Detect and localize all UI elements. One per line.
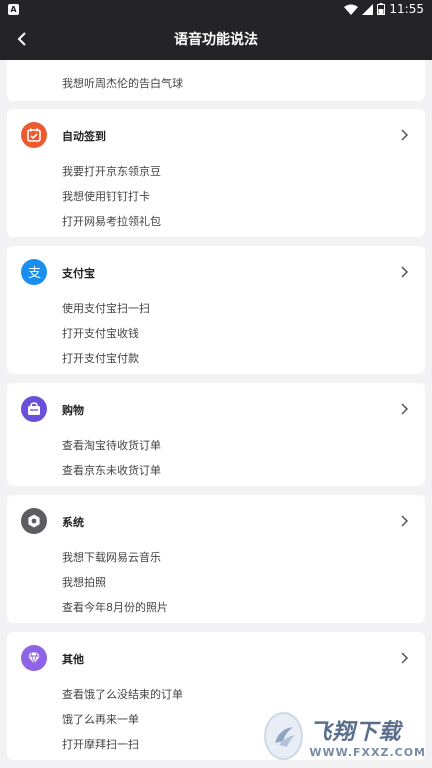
svg-text:支: 支 (28, 266, 41, 280)
alipay-icon: 支 (21, 259, 47, 285)
gear-icon (21, 508, 47, 534)
example-phrase[interactable]: 打开支付宝付款 (62, 350, 139, 366)
category-header[interactable]: 自动签到 (7, 109, 425, 149)
clock: 11:55 (389, 2, 424, 16)
example-phrase[interactable]: 查看饿了么没结束的订单 (62, 686, 183, 702)
calendar-check-icon (21, 122, 47, 148)
category-header[interactable]: 支 支付宝 (7, 246, 425, 286)
chevron-left-icon (17, 32, 26, 46)
page-title: 语音功能说法 (174, 32, 258, 48)
chevron-right-icon (401, 515, 409, 527)
example-phrase[interactable]: 查看京东未收货订单 (62, 462, 161, 478)
shopping-bag-icon (21, 396, 47, 422)
category-title: 购物 (62, 404, 84, 417)
example-phrase[interactable]: 打开支付宝收钱 (62, 325, 139, 341)
watermark-title: 飞翔下载 (309, 719, 402, 745)
category-title: 其他 (62, 653, 84, 666)
status-bar: A 11:55 (0, 0, 432, 18)
category-card-auto-signin: 自动签到 我要打开京东领京豆 我想使用钉钉打卡 打开网易考拉领礼包 (7, 109, 425, 237)
category-title: 自动签到 (62, 130, 106, 143)
diamond-icon (21, 645, 47, 671)
watermark-logo-icon (264, 712, 304, 760)
wifi-icon (344, 4, 359, 15)
category-card-alipay: 支 支付宝 使用支付宝扫一扫 打开支付宝收钱 打开支付宝付款 (7, 246, 425, 374)
top-nav-bar: 语音功能说法 (0, 18, 432, 60)
category-title: 系统 (62, 516, 84, 529)
example-phrase[interactable]: 打开摩拜扫一扫 (62, 736, 139, 752)
back-button[interactable] (10, 27, 34, 51)
category-title: 支付宝 (62, 267, 95, 280)
example-phrase[interactable]: 使用支付宝扫一扫 (62, 300, 150, 316)
chevron-right-icon (401, 652, 409, 664)
chevron-right-icon (401, 129, 409, 141)
content-scroll-area[interactable]: 我想听周杰伦的告白气球 自动签到 我要打开京东领京豆 我想使用钉钉打卡 打开网易… (0, 60, 432, 768)
example-phrase[interactable]: 我想拍照 (62, 574, 106, 590)
category-card-system: 系统 我想下载网易云音乐 我想拍照 查看今年8月份的照片 (7, 495, 425, 623)
category-card-shopping: 购物 查看淘宝待收货订单 查看京东未收货订单 (7, 383, 425, 486)
category-header[interactable]: 系统 (7, 495, 425, 535)
example-phrase[interactable]: 打开网易考拉领礼包 (62, 213, 161, 229)
battery-icon (377, 3, 386, 15)
chevron-right-icon (401, 403, 409, 415)
example-phrase[interactable]: 饿了么再来一单 (62, 711, 139, 727)
example-phrase[interactable]: 我想使用钉钉打卡 (62, 188, 150, 204)
app-notification-icon: A (8, 3, 19, 15)
watermark: 飞翔下载 WWW.FXXZ.COM (264, 710, 426, 762)
example-phrase[interactable]: 我想听周杰伦的告白气球 (62, 75, 183, 91)
category-header[interactable]: 其他 (7, 632, 425, 672)
example-phrase[interactable]: 查看淘宝待收货订单 (62, 437, 161, 453)
chevron-right-icon (401, 266, 409, 278)
example-phrase[interactable]: 查看今年8月份的照片 (62, 599, 168, 615)
example-phrase[interactable]: 我想下载网易云音乐 (62, 549, 161, 565)
category-card-partial: 我想听周杰伦的告白气球 (7, 60, 425, 101)
watermark-url: WWW.FXXZ.COM (309, 745, 426, 759)
signal-icon (362, 3, 374, 15)
example-phrase[interactable]: 我要打开京东领京豆 (62, 163, 161, 179)
category-header[interactable]: 购物 (7, 383, 425, 423)
